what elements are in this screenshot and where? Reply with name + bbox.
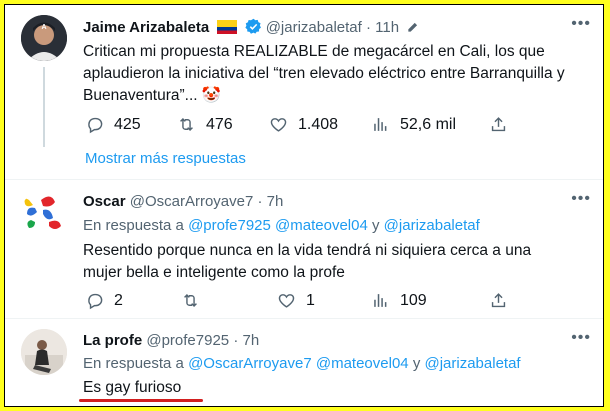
verified-badge-icon	[244, 18, 262, 35]
views-count: 109	[400, 291, 427, 309]
reply-context: En respuesta a @profe7925 @mateovel04 y …	[83, 217, 480, 234]
tweet-oscar[interactable]: Oscar @OscarArroyave7 · 7h ••• En respue…	[5, 180, 603, 318]
reply-button[interactable]: 425	[85, 115, 141, 134]
views-chart-icon	[374, 118, 387, 131]
handle[interactable]: @OscarArroyave7	[130, 193, 254, 210]
like-button[interactable]: 1	[277, 291, 315, 310]
timestamp[interactable]: 7h	[267, 193, 284, 210]
avatar-image: A	[21, 15, 67, 61]
mention-link[interactable]: @mateovel04	[316, 355, 409, 372]
display-name[interactable]: La profe	[83, 332, 142, 349]
thread-line	[43, 67, 45, 147]
retweet-icon	[184, 293, 197, 308]
timestamp[interactable]: 7h	[243, 332, 260, 349]
red-underline-annotation	[79, 399, 203, 402]
heart-icon	[278, 294, 295, 308]
mention-link[interactable]: @profe7925	[188, 217, 271, 234]
more-options-icon[interactable]: •••	[571, 190, 591, 208]
avatar[interactable]: A	[21, 15, 67, 61]
reply-icon	[88, 117, 103, 134]
tweet-la-profe[interactable]: La profe @profe7925 · 7h ••• En respuest…	[5, 319, 603, 406]
more-options-icon[interactable]: •••	[571, 15, 591, 33]
avatar-image	[21, 329, 67, 375]
reply-and: y	[412, 355, 421, 372]
retweet-button[interactable]: 476	[177, 115, 233, 134]
reply-prefix: En respuesta a	[83, 217, 184, 234]
share-icon	[491, 293, 506, 308]
mention-link[interactable]: @OscarArroyave7	[188, 355, 312, 372]
views-chart-icon	[374, 294, 387, 307]
retweet-icon	[180, 117, 193, 132]
handle[interactable]: @profe7925	[146, 332, 229, 349]
reply-prefix: En respuesta a	[83, 355, 184, 372]
tweet-header: La profe @profe7925 · 7h	[83, 332, 259, 349]
reply-count: 425	[114, 115, 141, 133]
share-button[interactable]	[489, 115, 518, 134]
reply-icon	[88, 293, 103, 310]
edited-pencil-icon	[406, 20, 420, 34]
views-count: 52,6 mil	[400, 115, 457, 133]
views-button[interactable]: 52,6 mil	[371, 115, 456, 134]
mention-link[interactable]: @jarizabaletaf	[384, 217, 480, 234]
mention-link[interactable]: @mateovel04	[275, 217, 368, 234]
like-count: 1	[306, 291, 315, 309]
avatar[interactable]	[21, 190, 67, 236]
tweet-header: Jaime Arizabaleta @jarizabaletaf · 11h	[83, 18, 420, 36]
like-count: 1.408	[298, 115, 339, 133]
tweet-text: Critican mi propuesta REALIZABLE de mega…	[83, 43, 565, 104]
show-more-replies-link[interactable]: Mostrar más respuestas	[85, 150, 246, 167]
reply-button[interactable]: 2	[85, 291, 123, 310]
tweet-jaime[interactable]: A Jaime Arizabaleta @jarizabaletaf · 11h…	[5, 5, 603, 150]
svg-text:A: A	[41, 24, 46, 31]
reply-and: y	[372, 217, 380, 234]
views-button[interactable]: 109	[371, 291, 427, 310]
timestamp[interactable]: 11h	[375, 19, 399, 36]
heart-icon	[270, 118, 287, 132]
mention-link[interactable]: @jarizabaletaf	[424, 355, 520, 372]
share-button[interactable]	[489, 291, 518, 310]
share-icon	[491, 117, 506, 132]
handle[interactable]: @jarizabaletaf	[266, 19, 362, 36]
avatar[interactable]	[21, 329, 67, 375]
separator: ·	[233, 332, 239, 349]
retweet-button[interactable]	[181, 291, 210, 310]
reply-context: En respuesta a @OscarArroyave7 @mateovel…	[83, 355, 521, 372]
separator: ·	[365, 19, 371, 36]
tweet-thread-frame: A Jaime Arizabaleta @jarizabaletaf · 11h…	[4, 4, 604, 407]
more-options-icon[interactable]: •••	[571, 329, 591, 347]
separator: ·	[257, 193, 263, 210]
display-name[interactable]: Oscar	[83, 193, 126, 210]
tweet-text: Resentido porque nunca en la vida tendrá…	[83, 242, 532, 281]
display-name[interactable]: Jaime Arizabaleta	[83, 19, 209, 36]
reply-count: 2	[114, 291, 123, 309]
tweet-text: Es gay furioso	[83, 379, 182, 396]
tweet-header: Oscar @OscarArroyave7 · 7h	[83, 193, 283, 210]
flag-colombia-icon	[217, 20, 238, 34]
like-button[interactable]: 1.408	[269, 115, 338, 134]
butterflies-avatar-image	[21, 190, 67, 236]
retweet-count: 476	[206, 115, 233, 133]
